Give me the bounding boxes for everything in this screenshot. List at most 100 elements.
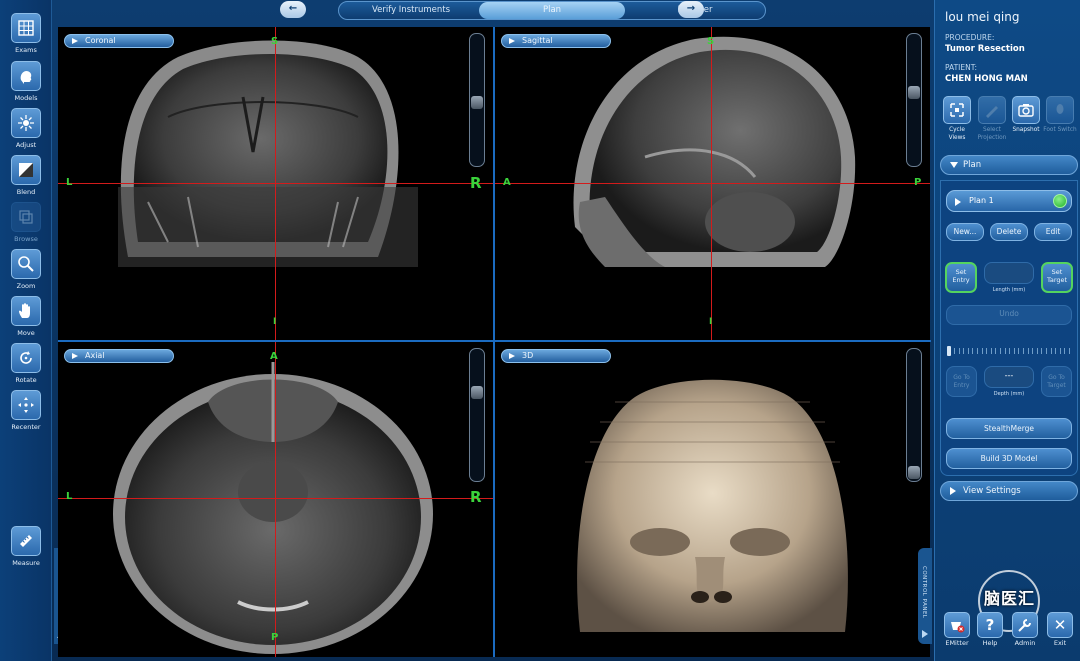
coronal-slice-slider[interactable] — [469, 33, 485, 167]
expand-arrow-icon — [922, 630, 928, 638]
expand-triangle-icon — [950, 487, 956, 495]
slider-tick — [1041, 348, 1043, 354]
help-button[interactable]: ? Help — [975, 612, 1005, 647]
axial-label[interactable]: Axial — [64, 349, 174, 363]
admin-icon — [1012, 612, 1038, 638]
go-to-target-button[interactable]: Go To Target — [1041, 366, 1072, 397]
trajectory-slider-knob[interactable] — [947, 346, 951, 356]
sagittal-label-text: Sagittal — [522, 36, 553, 45]
new-plan-button[interactable]: New... — [946, 223, 984, 241]
3d-slider[interactable] — [906, 348, 922, 482]
exit-button[interactable]: ✕ Exit — [1045, 612, 1075, 647]
coronal-label[interactable]: Coronal — [64, 34, 174, 48]
plan-name: Plan 1 — [969, 196, 994, 205]
control-panel-tab[interactable]: CONTROL PANEL — [918, 548, 932, 644]
models-button[interactable]: Models — [0, 61, 52, 102]
snapshot-button[interactable]: Snapshot — [1009, 96, 1043, 134]
user-name: lou mei qing — [945, 10, 1020, 24]
zoom-icon — [11, 249, 41, 279]
orient-right-r: R — [470, 488, 482, 506]
rotate-button[interactable]: Rotate — [0, 343, 52, 384]
orient-top-s: S — [707, 36, 715, 47]
axial-view[interactable]: Axial A P L R — [58, 342, 493, 657]
go-to-entry-button[interactable]: Go To Entry — [946, 366, 977, 397]
blend-label: Blend — [16, 188, 36, 196]
cycle-views-label: Cycle Views — [948, 127, 966, 141]
slider-thumb[interactable] — [908, 466, 920, 479]
trajectory-slider[interactable] — [946, 346, 1072, 356]
plan-section-header[interactable]: Plan — [940, 155, 1078, 175]
stealthmerge-button[interactable]: StealthMerge — [946, 418, 1072, 439]
orient-bottom-p: P — [271, 632, 279, 643]
edit-plan-button[interactable]: Edit — [1034, 223, 1072, 241]
slider-tick — [1027, 348, 1029, 354]
sagittal-slice-slider[interactable] — [906, 33, 922, 167]
next-step-button[interactable]: → — [678, 1, 704, 18]
delete-plan-button[interactable]: Delete — [990, 223, 1028, 241]
control-panel-label: CONTROL PANEL — [921, 566, 927, 619]
left-toolbar: Exams Models Adjust Blend Browse Zoom Mo… — [0, 0, 52, 661]
recenter-label: Recenter — [11, 423, 41, 431]
emitter-icon — [944, 612, 970, 638]
exams-button[interactable]: Exams — [0, 13, 52, 54]
slider-tick — [977, 348, 978, 354]
coronal-view[interactable]: Coronal S I L R — [58, 27, 493, 340]
admin-button[interactable]: Admin — [1010, 612, 1040, 647]
length-label: Length (mm) — [992, 287, 1026, 293]
foot-switch-icon — [1046, 96, 1074, 124]
browse-button[interactable]: Browse — [0, 202, 52, 243]
slider-thumb[interactable] — [471, 96, 483, 109]
slider-tick — [1032, 348, 1034, 354]
cycle-views-button[interactable]: Cycle Views — [940, 96, 974, 142]
axial-slice-slider[interactable] — [469, 348, 485, 482]
view-settings-header[interactable]: View Settings — [940, 481, 1078, 501]
emitter-button[interactable]: EMitter — [942, 612, 972, 647]
patient-key: PATIENT: — [945, 63, 978, 72]
blend-button[interactable]: Blend — [0, 155, 52, 196]
exit-label: Exit — [1053, 639, 1067, 647]
cycle-views-icon — [943, 96, 971, 124]
sagittal-view[interactable]: Sagittal S I A P — [495, 27, 930, 340]
recenter-icon — [11, 390, 41, 420]
browse-label: Browse — [14, 235, 38, 243]
orient-bottom-i: I — [709, 317, 713, 327]
slider-tick — [1069, 348, 1070, 354]
3d-view[interactable]: 3D — [495, 342, 930, 657]
slider-thumb[interactable] — [471, 386, 483, 399]
set-target-button[interactable]: Set Target — [1041, 262, 1073, 293]
crosshair-vertical — [711, 27, 712, 340]
slider-tick — [967, 348, 969, 354]
axial-label-text: Axial — [85, 351, 105, 360]
sagittal-label[interactable]: Sagittal — [501, 34, 611, 48]
rotate-label: Rotate — [15, 376, 37, 384]
measure-button[interactable]: Measure — [0, 526, 52, 567]
ruler-icon — [11, 526, 41, 556]
tab-plan[interactable]: Plan — [479, 2, 625, 19]
slider-tick — [972, 348, 974, 354]
slider-tick — [1000, 348, 1001, 354]
crosshair-horizontal — [495, 183, 930, 184]
set-entry-button[interactable]: Set Entry — [945, 262, 977, 293]
recenter-button[interactable]: Recenter — [0, 390, 52, 431]
help-icon: ? — [977, 612, 1003, 638]
head-model-icon — [11, 61, 41, 91]
zoom-button[interactable]: Zoom — [0, 249, 52, 290]
build-3d-model-button[interactable]: Build 3D Model — [946, 448, 1072, 469]
arrow-right-icon: → — [686, 3, 696, 14]
plan-selector[interactable]: Plan 1 — [946, 190, 1072, 212]
slider-tick — [954, 348, 955, 354]
hand-icon — [11, 296, 41, 326]
3d-label[interactable]: 3D — [501, 349, 611, 363]
help-label: Help — [982, 639, 998, 647]
slider-tick — [1009, 348, 1011, 354]
undo-button[interactable]: Undo — [946, 305, 1072, 325]
adjust-button[interactable]: Adjust — [0, 108, 52, 149]
select-projection-button[interactable]: Select Projection — [975, 96, 1009, 142]
prev-step-button[interactable]: ← — [280, 1, 306, 18]
workflow-bar: ← Verify Instruments Plan Register → — [58, 0, 930, 24]
tab-verify-instruments[interactable]: Verify Instruments — [345, 2, 477, 19]
projection-icon — [978, 96, 1006, 124]
foot-switch-button[interactable]: Foot Switch — [1043, 96, 1077, 134]
slider-thumb[interactable] — [908, 86, 920, 99]
move-button[interactable]: Move — [0, 296, 52, 337]
